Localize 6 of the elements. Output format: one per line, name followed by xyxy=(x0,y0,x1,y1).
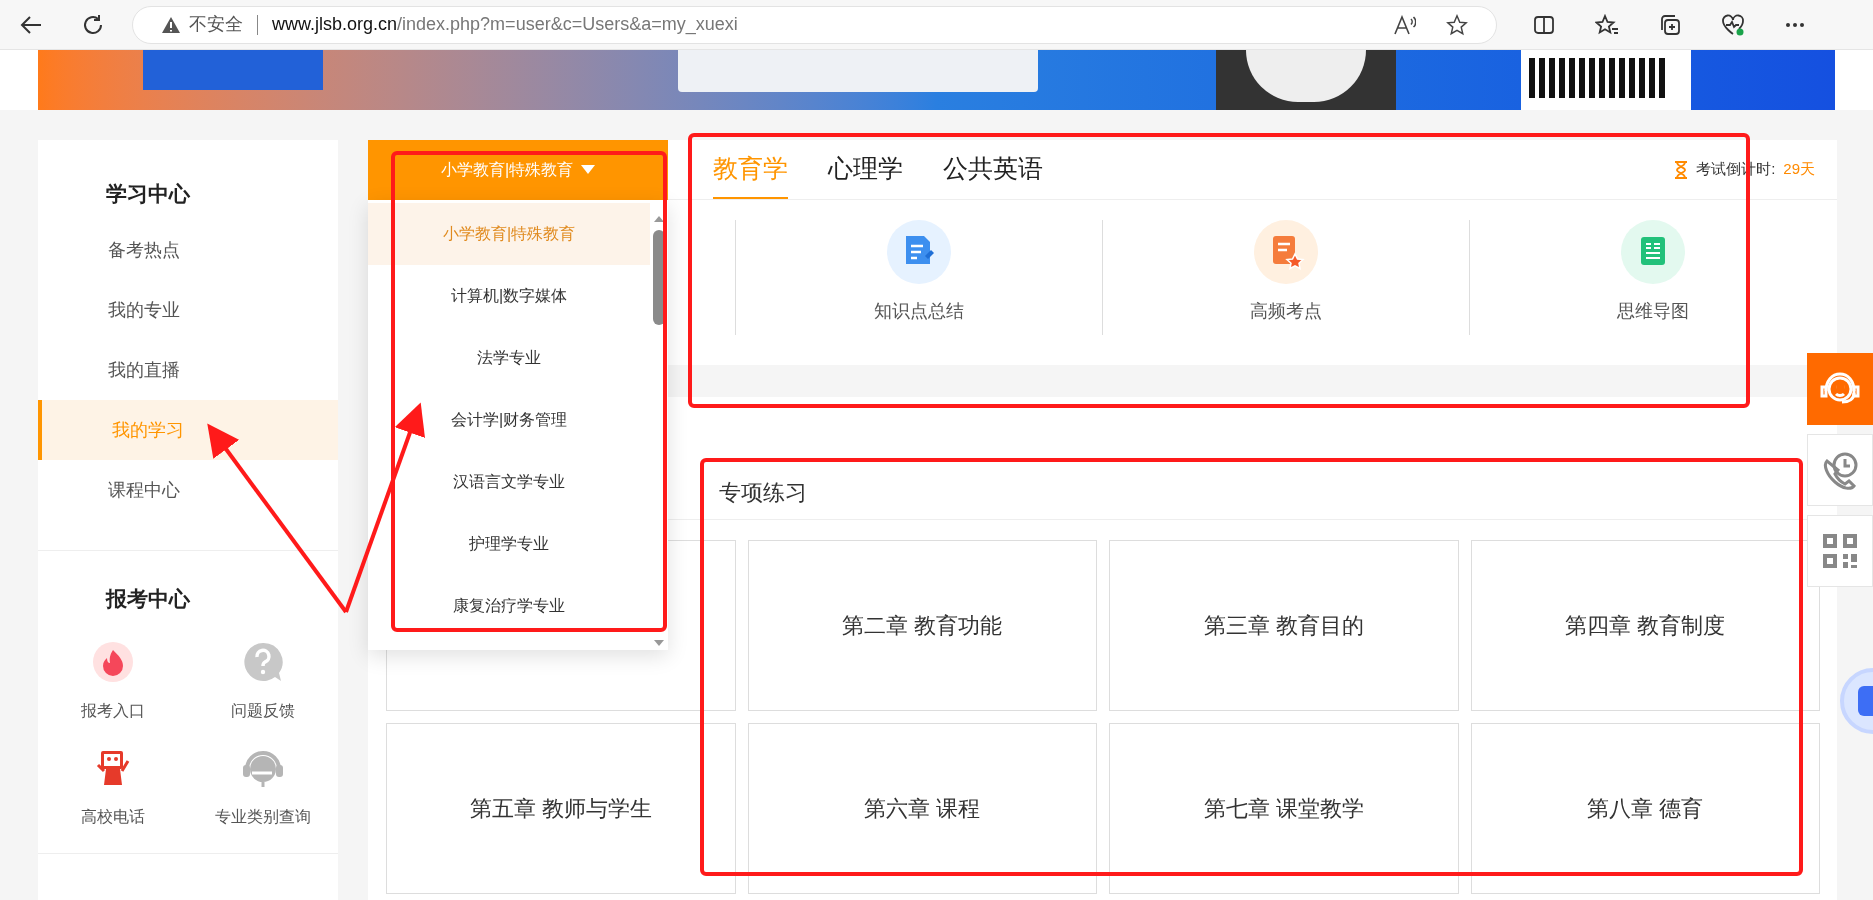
section-title: 报考中心 xyxy=(104,586,191,612)
practice-title: 专项练习 xyxy=(719,478,807,507)
countdown-value: 29天 xyxy=(1783,159,1815,180)
url-text: www.jlsb.org.cn/index.php?m=user&c=Users&a=my_xuexi xyxy=(272,13,738,37)
section-title: 学习中心 xyxy=(105,181,191,207)
security-label: 不安全 xyxy=(189,13,243,36)
